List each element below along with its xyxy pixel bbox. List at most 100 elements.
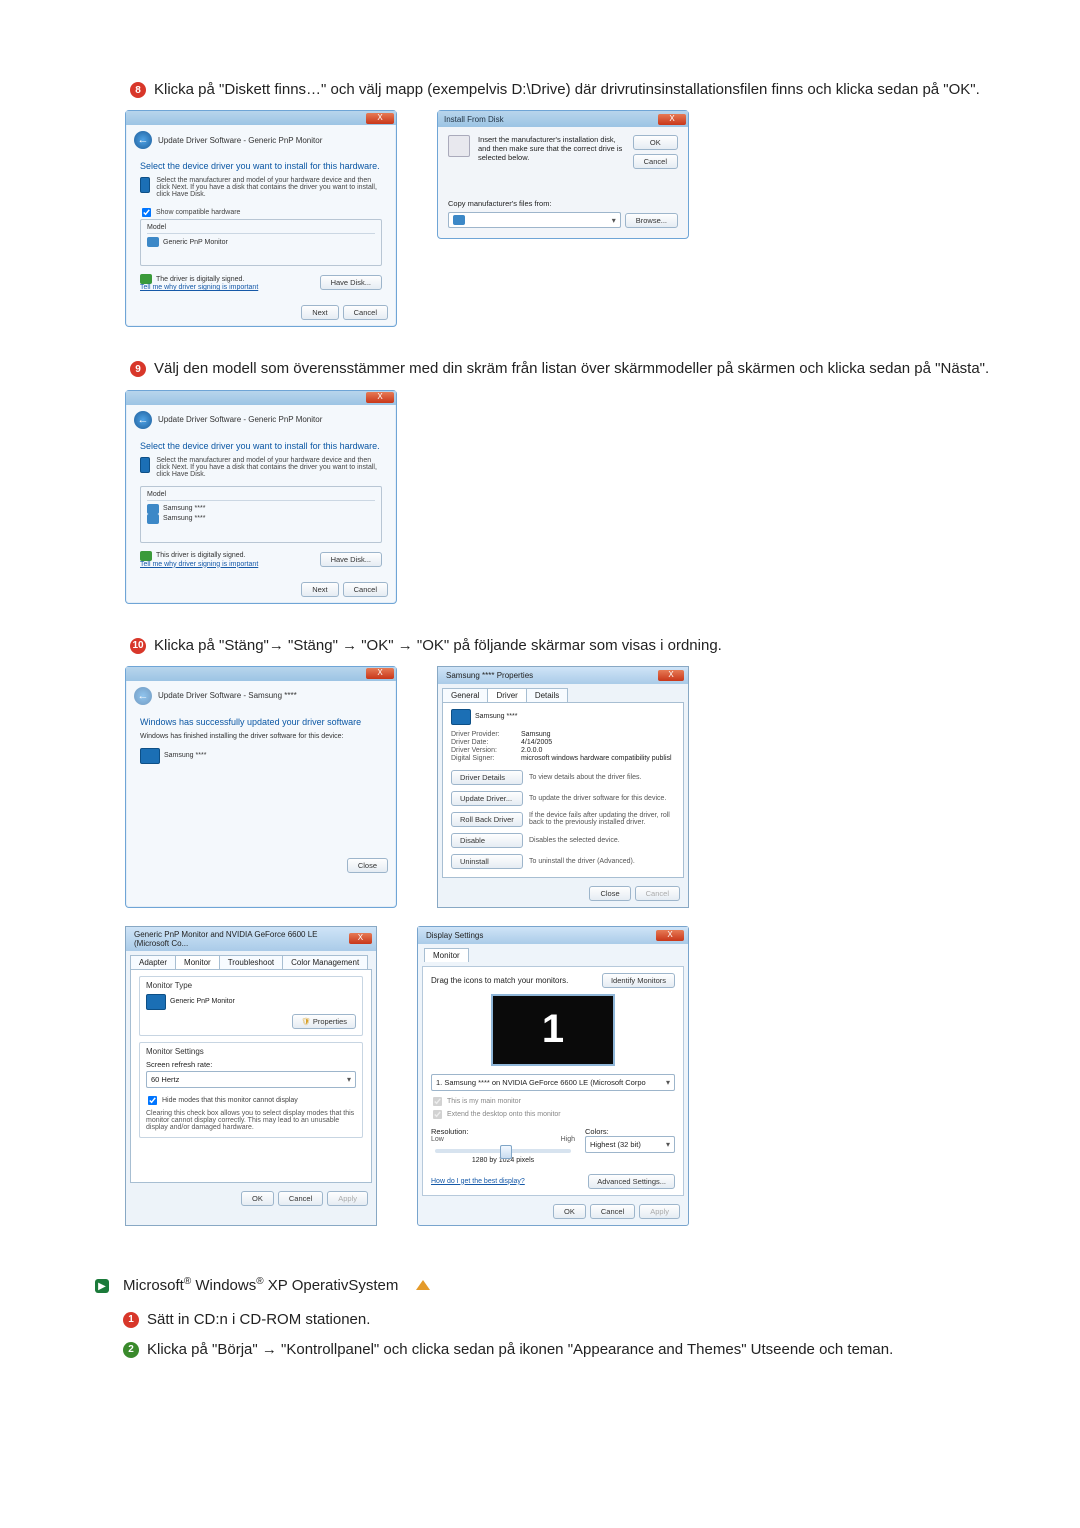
crumb-text: Update Driver Software - Generic PnP Mon… xyxy=(158,415,322,424)
ok-button[interactable]: OK xyxy=(241,1191,274,1206)
close-icon[interactable]: X xyxy=(658,670,684,681)
best-display-help-link[interactable]: How do I get the best display? xyxy=(431,1178,525,1185)
monitor-preview-1[interactable]: 1 xyxy=(491,994,615,1066)
monitor-icon xyxy=(140,457,150,473)
chevron-down-icon[interactable]: ▾ xyxy=(666,1140,670,1149)
have-disk-button[interactable]: Have Disk... xyxy=(320,552,382,567)
properties-button[interactable]: 🛡 Properties xyxy=(292,1014,356,1029)
step-10-text: Klicka på "Stäng"→ "Stäng" → "OK" → "OK"… xyxy=(154,636,722,656)
device-icon xyxy=(147,237,159,247)
shield-icon xyxy=(140,274,152,284)
tab-general[interactable]: General xyxy=(442,688,488,702)
model-list[interactable]: Model Samsung **** Samsung **** xyxy=(140,486,382,543)
device-select[interactable]: 1. Samsung **** on NVIDIA GeForce 6600 L… xyxy=(431,1074,675,1091)
tab-adapter[interactable]: Adapter xyxy=(130,955,176,969)
main-monitor-checkbox: This is my main monitor xyxy=(431,1095,675,1108)
advanced-settings-button[interactable]: Advanced Settings... xyxy=(588,1174,675,1189)
close-icon[interactable]: X xyxy=(658,114,686,125)
show-compatible-checkbox[interactable]: Show compatible hardware xyxy=(140,206,382,219)
step-10-bullet: 10 xyxy=(130,638,146,654)
group-monitor-type: Monitor Type Generic PnP Monitor 🛡 Prope… xyxy=(139,976,363,1036)
shield-icon xyxy=(140,551,152,561)
ok-button[interactable]: OK xyxy=(553,1204,586,1219)
dialog-heading: Select the device driver you want to ins… xyxy=(140,441,382,451)
signing-info-link[interactable]: Tell me why driver signing is important xyxy=(140,561,258,568)
cancel-button[interactable]: Cancel xyxy=(343,582,388,597)
step-9: 9 Välj den modell som överensstämmer med… xyxy=(130,359,990,603)
chevron-down-icon[interactable]: ▾ xyxy=(666,1078,670,1087)
model-col-header: Model xyxy=(147,491,375,501)
copy-from-label: Copy manufacturer's files from: xyxy=(448,199,678,208)
close-icon[interactable]: X xyxy=(366,668,394,679)
step-9-text: Välj den modell som överensstämmer med d… xyxy=(154,359,989,379)
device-icon xyxy=(147,504,159,514)
browse-button[interactable]: Browse... xyxy=(625,213,678,228)
xp-step-2-bullet: 2 xyxy=(123,1342,139,1358)
uninstall-button[interactable]: Uninstall xyxy=(451,854,523,869)
cancel-button[interactable]: Cancel xyxy=(278,1191,323,1206)
next-button[interactable]: Next xyxy=(301,582,338,597)
driver-details-button[interactable]: Driver Details xyxy=(451,770,523,785)
signing-info-link[interactable]: Tell me why driver signing is important xyxy=(140,284,258,291)
resolution-slider[interactable] xyxy=(435,1149,571,1153)
have-disk-button[interactable]: Have Disk... xyxy=(320,275,382,290)
disable-button[interactable]: Disable xyxy=(451,833,523,848)
cancel-button[interactable]: Cancel xyxy=(633,154,678,169)
xp-step-1-bullet: 1 xyxy=(123,1312,139,1328)
model-item-samsung-1[interactable]: Samsung **** xyxy=(147,504,375,514)
rollback-button[interactable]: Roll Back Driver xyxy=(451,812,523,827)
cancel-button[interactable]: Cancel xyxy=(590,1204,635,1219)
cancel-button[interactable]: Cancel xyxy=(343,305,388,320)
back-icon[interactable]: ← xyxy=(134,131,152,149)
hide-modes-checkbox[interactable]: Hide modes that this monitor cannot disp… xyxy=(146,1094,356,1107)
crumb-text: Update Driver Software - Samsung **** xyxy=(158,691,297,700)
tab-monitor[interactable]: Monitor xyxy=(424,948,469,962)
dialog-title: Install From Disk xyxy=(444,115,504,124)
tab-details[interactable]: Details xyxy=(526,688,568,702)
refresh-rate-select[interactable]: 60 Hertz ▾ xyxy=(146,1071,356,1088)
identify-monitors-button[interactable]: Identify Monitors xyxy=(602,973,675,988)
ok-button[interactable]: OK xyxy=(633,135,678,150)
tab-driver[interactable]: Driver xyxy=(487,688,526,702)
dialog-driver-properties: Samsung **** Properties X General Driver… xyxy=(437,666,689,908)
back-icon[interactable]: ← xyxy=(134,411,152,429)
close-icon[interactable]: X xyxy=(349,933,372,944)
close-icon[interactable]: X xyxy=(656,930,684,941)
dialog-display-settings: Display Settings X Monitor Drag the icon… xyxy=(417,926,689,1226)
update-driver-button[interactable]: Update Driver... xyxy=(451,791,523,806)
close-button[interactable]: Close xyxy=(589,886,630,901)
dialog-hint: Select the manufacturer and model of you… xyxy=(156,457,382,478)
close-icon[interactable]: X xyxy=(366,113,394,124)
xp-step-2: 2 Klicka på "Börja" → "Kontrollpanel" oc… xyxy=(123,1340,990,1360)
tab-troubleshoot[interactable]: Troubleshoot xyxy=(219,955,283,969)
dialog-subtext: Windows has finished installing the driv… xyxy=(140,733,382,740)
dialog-heading: Windows has successfully updated your dr… xyxy=(140,717,382,727)
crumb-text: Update Driver Software - Generic PnP Mon… xyxy=(158,136,322,145)
model-item-generic[interactable]: Generic PnP Monitor xyxy=(147,237,375,247)
slider-thumb[interactable] xyxy=(500,1145,512,1159)
next-button[interactable]: Next xyxy=(301,305,338,320)
dialog-select-model: X ← Update Driver Software - Generic PnP… xyxy=(125,390,397,604)
model-item-samsung-2[interactable]: Samsung **** xyxy=(147,514,375,524)
dialog-title: Generic PnP Monitor and NVIDIA GeForce 6… xyxy=(134,930,349,948)
close-icon[interactable]: X xyxy=(366,392,394,403)
chevron-down-icon[interactable]: ▾ xyxy=(347,1075,351,1084)
dialog-monitor-tab: Generic PnP Monitor and NVIDIA GeForce 6… xyxy=(125,926,377,1226)
up-arrow-icon[interactable] xyxy=(416,1280,430,1290)
device-icon xyxy=(147,514,159,524)
shield-icon: 🛡 xyxy=(301,1017,311,1026)
model-list[interactable]: Model Generic PnP Monitor xyxy=(140,219,382,266)
xp-step-1-text: Sätt in CD:n i CD-ROM stationen. xyxy=(147,1310,370,1330)
install-disk-msg: Insert the manufacturer's installation d… xyxy=(478,135,625,169)
dialog-update-success: X ← Update Driver Software - Samsung ***… xyxy=(125,666,397,908)
back-icon: ← xyxy=(134,687,152,705)
path-combo[interactable]: ▾ xyxy=(448,212,621,228)
tab-monitor[interactable]: Monitor xyxy=(175,955,220,969)
colors-select[interactable]: Highest (32 bit) ▾ xyxy=(585,1136,675,1153)
chevron-down-icon[interactable]: ▾ xyxy=(612,216,616,225)
floppy-icon xyxy=(448,135,470,157)
tab-color-mgmt[interactable]: Color Management xyxy=(282,955,368,969)
monitor-icon xyxy=(140,177,150,193)
model-col-header: Model xyxy=(147,224,375,234)
close-button[interactable]: Close xyxy=(347,858,388,873)
